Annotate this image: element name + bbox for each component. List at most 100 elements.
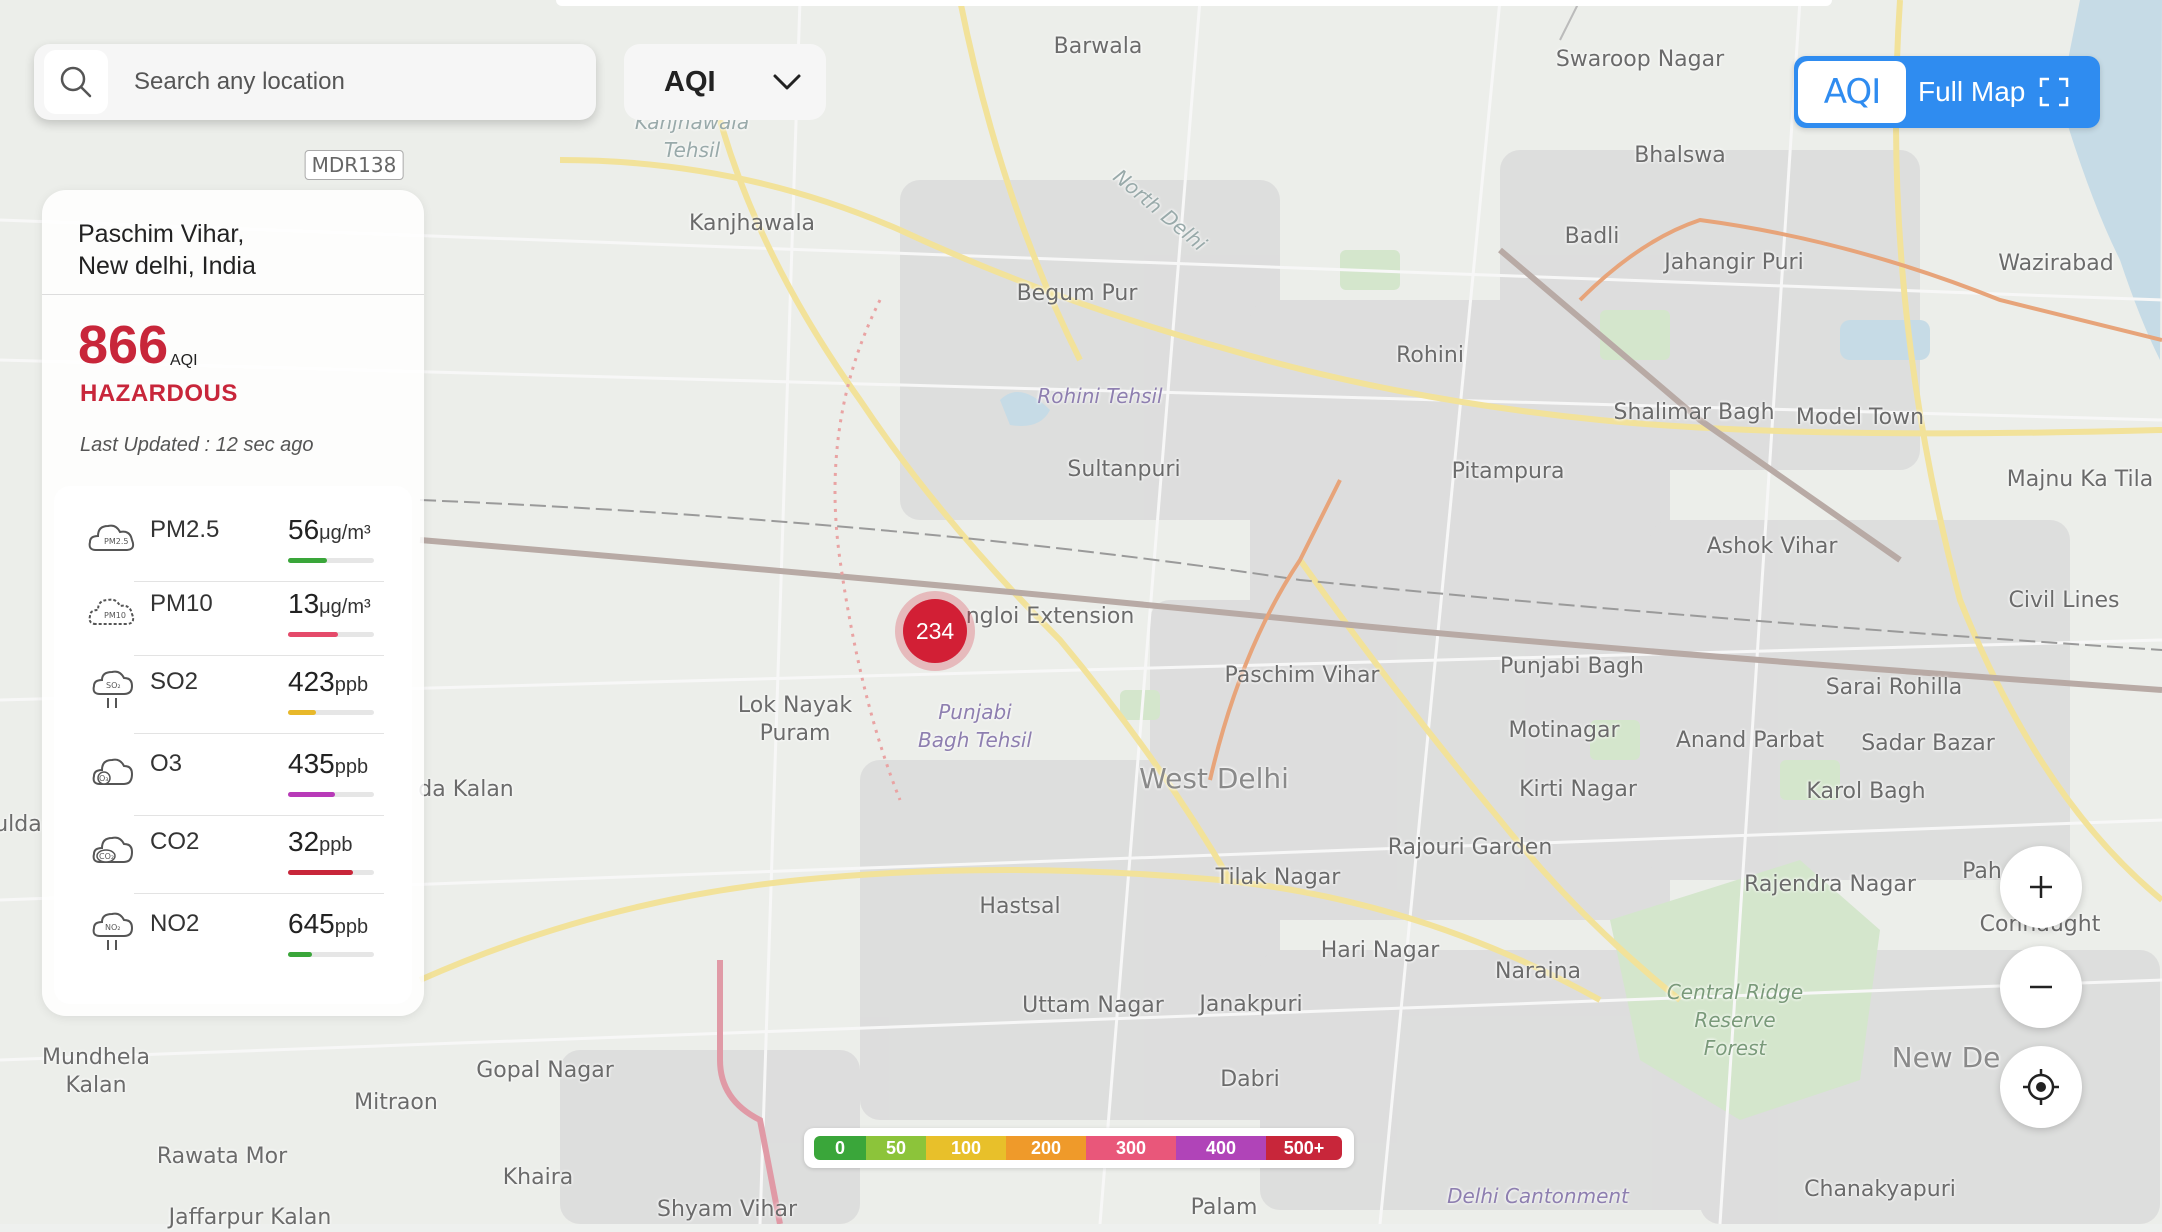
search-input[interactable] xyxy=(132,67,556,97)
search-bar[interactable] xyxy=(34,44,596,120)
map-label-new-delhi: New De xyxy=(1891,1041,2001,1074)
legend-segment: 300 xyxy=(1086,1136,1176,1160)
zoom-in-button[interactable] xyxy=(2000,846,2082,928)
map-label-model-town: Model Town xyxy=(1795,405,1925,430)
pollutant-value: 13μg/m³ xyxy=(288,588,371,620)
full-map-button[interactable]: AQI Full Map xyxy=(1794,56,2100,128)
map-label-hari-nagar: Hari Nagar xyxy=(1320,938,1440,963)
pollutant-row-so2: SO₂ SO2 423ppb xyxy=(54,658,412,734)
pollutant-value: 56μg/m³ xyxy=(288,514,371,546)
pollutant-unit: ppb xyxy=(334,674,369,696)
svg-text:NO₂: NO₂ xyxy=(105,923,121,932)
map-label-da-kalan: da Kalan xyxy=(418,777,514,802)
pollutant-value: 32ppb xyxy=(288,826,353,858)
map-label-dabri: Dabri xyxy=(1220,1067,1280,1092)
legend-segment: 50 xyxy=(866,1136,926,1160)
legend-segment: 500+ xyxy=(1266,1136,1342,1160)
aqi-value: 866 xyxy=(78,315,169,375)
map-label-mdr138: MDR138 xyxy=(304,150,404,180)
pollutant-level-fill xyxy=(288,710,316,715)
aqi-unit: AQI xyxy=(170,352,198,369)
map-label-rajendra-nagar: Rajendra Nagar xyxy=(1744,872,1916,897)
pollutant-level-fill xyxy=(288,870,353,875)
pollutant-value-number: 32 xyxy=(288,826,320,857)
pollutant-value: 645ppb xyxy=(288,908,368,940)
aqi-logo: AQI xyxy=(1798,61,1906,123)
map-label-naraina: Naraina xyxy=(1494,959,1582,984)
pollutant-row-no2: NO₂ NO2 645ppb xyxy=(54,900,412,970)
svg-text:CO₂: CO₂ xyxy=(99,852,114,861)
pollutant-level-bar xyxy=(288,710,374,715)
map-label-nangloi-extension: ngloi Extension xyxy=(965,604,1135,629)
pollutant-row-co2: CO₂ CO2 32ppb xyxy=(54,818,412,894)
pollutant-unit: ppb xyxy=(319,834,353,856)
so2-cloud-icon: SO₂ xyxy=(92,670,134,708)
svg-text:SO₂: SO₂ xyxy=(106,681,121,690)
pollutant-value-number: 56 xyxy=(288,514,320,545)
no2-cloud-icon: NO₂ xyxy=(92,912,134,950)
pollutant-value-number: 13 xyxy=(288,588,320,619)
map-label-ashok-vihar: Ashok Vihar xyxy=(1706,534,1838,559)
search-icon[interactable] xyxy=(44,50,108,114)
pollutant-level-fill xyxy=(288,632,338,637)
map-label-janakpuri: Janakpuri xyxy=(1199,992,1303,1017)
expand-icon xyxy=(2040,77,2069,107)
pollutant-name: NO2 xyxy=(150,910,200,937)
map-label-shalimar-bagh: Shalimar Bagh xyxy=(1613,400,1775,425)
zoom-out-button[interactable] xyxy=(2000,946,2082,1028)
minus-icon xyxy=(2030,985,2052,989)
map-label-jahangir-puri: Jahangir Puri xyxy=(1664,250,1804,275)
aqi-logo-text: AQI xyxy=(1823,72,1881,112)
map-label-mundhela-kalan: Mundhela Kalan xyxy=(42,1045,150,1098)
pm10-cloud-icon: PM10 xyxy=(88,598,135,625)
plus-icon xyxy=(2030,876,2052,898)
aqi-color-legend: 0 50 100 200 300 400 500+ xyxy=(804,1128,1354,1168)
map-label-gopal-nagar: Gopal Nagar xyxy=(476,1058,614,1083)
aqi-station-marker[interactable]: 234 xyxy=(903,599,967,663)
pollutant-unit: ppb xyxy=(334,756,369,778)
locate-me-button[interactable] xyxy=(2000,1046,2082,1128)
legend-segment: 200 xyxy=(1006,1136,1086,1160)
map-label-motinagar: Motinagar xyxy=(1508,718,1620,743)
pollutant-level-fill xyxy=(288,792,336,797)
map-label-punjabi-bagh: Punjabi Bagh xyxy=(1500,654,1644,679)
map-label-punjabi-bagh-tehsil: Punjabi Bagh Tehsil xyxy=(918,700,1032,752)
pollutant-level-fill xyxy=(288,558,327,563)
svg-text:PM10: PM10 xyxy=(104,611,126,620)
pollutant-level-fill xyxy=(288,952,313,957)
pollutant-name: CO2 xyxy=(150,828,200,855)
pollutant-name: O3 xyxy=(150,750,183,777)
pollutant-value: 423ppb xyxy=(288,666,368,698)
pm25-cloud-icon: PM2.5 xyxy=(88,524,135,551)
pollutant-value-number: 423 xyxy=(288,666,335,697)
map-label-rawata-mor: Rawata Mor xyxy=(156,1144,288,1169)
map-label-badli: Badli xyxy=(1564,224,1620,249)
crosshair-icon xyxy=(2023,1069,2059,1105)
pollutant-unit: μg/m³ xyxy=(319,522,371,544)
row-divider xyxy=(134,893,384,894)
full-map-label: Full Map xyxy=(1918,76,2026,107)
o3-cloud-icon: O₃ xyxy=(92,758,134,785)
map-label-pitampura: Pitampura xyxy=(1451,459,1565,484)
svg-text:PM2.5: PM2.5 xyxy=(104,537,128,546)
co2-cloud-icon: CO₂ xyxy=(92,836,134,863)
map-label-barwala: Barwala xyxy=(1053,34,1143,59)
pollutant-level-bar xyxy=(288,792,374,797)
top-bar-edge xyxy=(556,0,1832,6)
map-label-jaffarpur-kalan: Jaffarpur Kalan xyxy=(168,1205,332,1230)
map-label-rohini: Rohini xyxy=(1396,343,1464,368)
location-line1: Paschim Vihar, xyxy=(78,220,245,248)
metric-select[interactable]: AQI xyxy=(624,44,826,120)
map-label-ulda: ulda xyxy=(0,812,42,837)
map-label-majnu-ka-tila: Majnu Ka Tila xyxy=(2006,467,2154,492)
pollutant-name: PM2.5 xyxy=(150,516,220,543)
location-line2: New delhi, India xyxy=(78,252,256,280)
map-label-central-ridge: Central Ridge Reserve Forest xyxy=(1666,980,1804,1060)
map-label-sarai-rohilla: Sarai Rohilla xyxy=(1825,675,1963,700)
pollutant-name: PM10 xyxy=(150,590,213,617)
pollutant-name: SO2 xyxy=(150,668,199,695)
map-label-karol-bagh: Karol Bagh xyxy=(1806,779,1926,804)
map-label-civil-lines: Civil Lines xyxy=(2008,588,2120,613)
row-divider xyxy=(134,733,384,734)
pollutant-list: PM2.5 PM2.5 56μg/m³ PM10 PM10 13μg/m³ SO… xyxy=(54,486,412,1004)
